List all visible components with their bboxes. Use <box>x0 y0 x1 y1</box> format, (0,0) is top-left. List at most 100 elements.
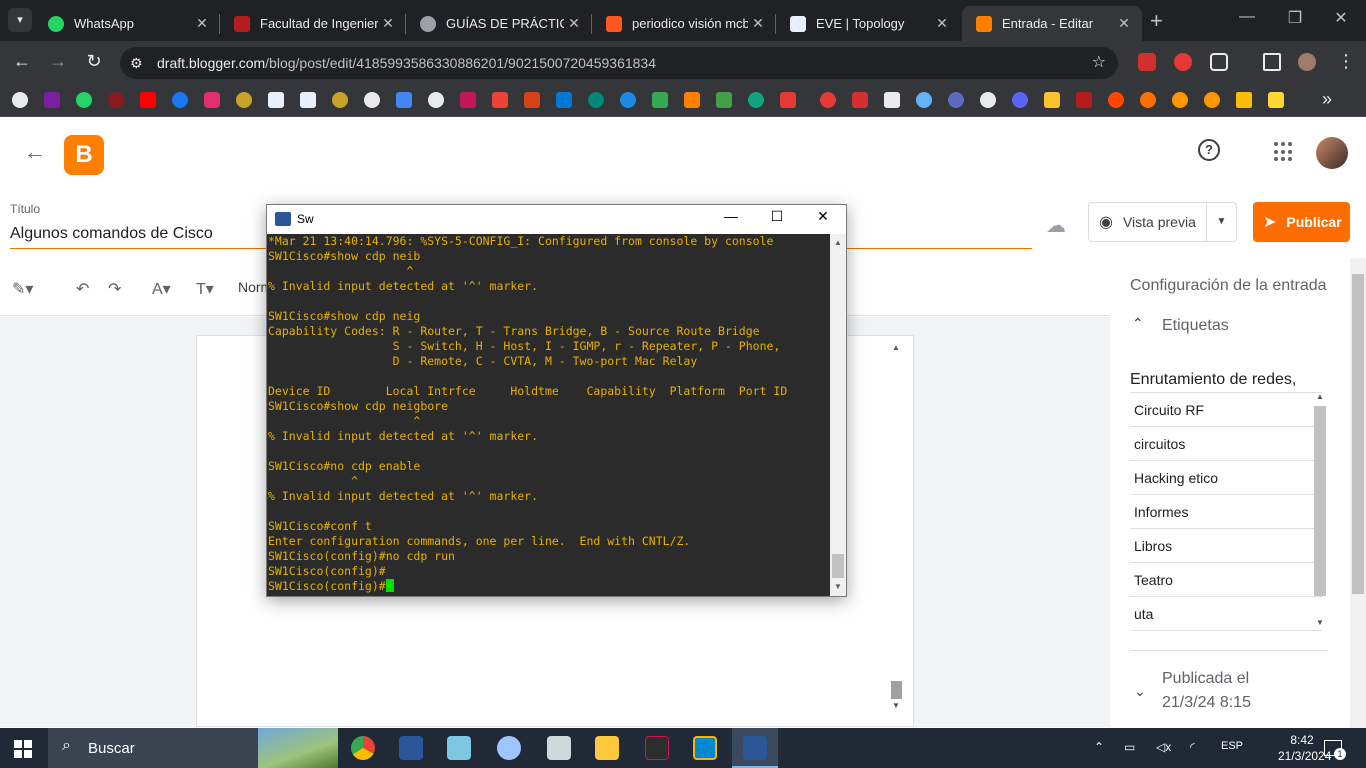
tab-search-button[interactable]: ▾ <box>8 8 32 32</box>
bookmark-icon[interactable] <box>1044 92 1060 108</box>
bookmark-icon[interactable] <box>884 92 900 108</box>
back-arrow-icon[interactable]: ← <box>24 139 46 165</box>
close-icon[interactable]: ✕ <box>932 15 952 32</box>
extension-icon[interactable] <box>1174 53 1192 71</box>
tab-eve-topology[interactable]: EVE | Topology ✕ <box>776 6 960 41</box>
bookmark-icon[interactable] <box>12 92 28 108</box>
app-icon[interactable] <box>693 736 717 760</box>
drive-icon[interactable] <box>652 92 668 108</box>
bookmark-icon[interactable] <box>44 92 60 108</box>
more-bookmarks-icon[interactable]: » <box>1322 89 1332 110</box>
gmail-icon[interactable] <box>492 92 508 108</box>
new-tab-button[interactable]: + <box>1150 8 1163 34</box>
terminal-scrollbar[interactable]: ▲ ▼ <box>830 234 846 596</box>
minimize-icon[interactable]: — <box>708 208 754 224</box>
close-icon[interactable]: ✕ <box>800 208 846 225</box>
tab-whatsapp[interactable]: WhatsApp ✕ <box>34 6 220 41</box>
google-icon[interactable] <box>980 92 996 108</box>
bookmark-icon[interactable] <box>916 92 932 108</box>
side-panel-icon[interactable] <box>1263 53 1281 71</box>
bookmark-icon[interactable] <box>236 92 252 108</box>
bookmark-icon[interactable] <box>1076 92 1092 108</box>
forward-icon[interactable]: → <box>46 51 70 72</box>
list-item[interactable]: circuitos <box>1130 427 1322 461</box>
reddit-icon[interactable] <box>1108 92 1124 108</box>
battery-icon[interactable]: ▭ <box>1124 740 1135 754</box>
close-icon[interactable]: ✕ <box>1114 15 1134 32</box>
scroll-down-icon[interactable]: ▼ <box>892 701 900 710</box>
bookmark-icon[interactable] <box>428 92 444 108</box>
wifi-icon[interactable]: ◜ <box>1190 740 1195 754</box>
labels-list-scrollbar[interactable]: ▲ ▼ <box>1312 392 1328 632</box>
blogger-logo[interactable]: B <box>64 135 104 175</box>
scroll-down-icon[interactable]: ▼ <box>834 582 842 591</box>
taskbar-search[interactable]: ⌕ Buscar <box>48 728 338 768</box>
bookmark-icon[interactable] <box>852 92 868 108</box>
bookmark-icon[interactable] <box>948 92 964 108</box>
bookmark-icon[interactable] <box>300 92 316 108</box>
tab-periodico[interactable]: periodico visión mcb ✕ <box>592 6 776 41</box>
published-heading[interactable]: Publicada el <box>1162 670 1249 688</box>
menu-kebab-icon[interactable]: ⋮ <box>1334 51 1358 72</box>
bookmark-icon[interactable] <box>748 92 764 108</box>
onedrive-icon[interactable] <box>620 92 636 108</box>
scroll-up-icon[interactable]: ▲ <box>892 343 900 352</box>
bookmark-icon[interactable] <box>1236 92 1252 108</box>
bookmark-icon[interactable] <box>364 92 380 108</box>
bookmark-icon[interactable] <box>140 92 156 108</box>
close-icon[interactable]: ✕ <box>192 15 212 32</box>
bookmark-icon[interactable] <box>172 92 188 108</box>
discord-icon[interactable] <box>1012 92 1028 108</box>
scroll-up-icon[interactable]: ▲ <box>834 238 842 247</box>
list-item[interactable]: Informes <box>1130 495 1322 529</box>
language-indicator[interactable]: ESP <box>1221 740 1243 752</box>
app-icon[interactable] <box>447 736 471 760</box>
list-item[interactable]: Libros <box>1130 529 1322 563</box>
scroll-up-icon[interactable]: ▲ <box>1316 392 1324 401</box>
file-explorer-icon[interactable] <box>595 736 619 760</box>
bookmark-icon[interactable] <box>1172 92 1188 108</box>
labels-input[interactable]: Enrutamiento de redes, <box>1130 371 1296 389</box>
reload-icon[interactable]: ↻ <box>82 51 106 72</box>
site-info-icon[interactable]: ⚙ <box>130 47 143 79</box>
outlook-icon[interactable] <box>556 92 572 108</box>
undo-icon[interactable]: ↶ <box>76 279 89 299</box>
taskbar-active-app[interactable] <box>732 728 778 768</box>
paint-icon[interactable] <box>497 736 521 760</box>
scroll-thumb[interactable] <box>832 554 844 578</box>
bookmark-icon[interactable] <box>204 92 220 108</box>
system-clock[interactable]: 8:42 21/3/2024 <box>1278 732 1331 764</box>
bookmark-icon[interactable] <box>76 92 92 108</box>
chevron-down-icon[interactable]: ▼ <box>1206 203 1236 241</box>
bookmark-icon[interactable] <box>716 92 732 108</box>
windows-start-icon[interactable] <box>14 740 32 758</box>
bookmark-icon[interactable] <box>1268 92 1284 108</box>
extensions-puzzle-icon[interactable] <box>1210 53 1228 71</box>
terminal-titlebar[interactable]: Sw — ☐ ✕ <box>267 205 846 234</box>
bookmark-icon[interactable] <box>524 92 540 108</box>
list-item[interactable]: Circuito RF <box>1130 393 1322 427</box>
scroll-thumb[interactable] <box>1314 406 1326 596</box>
back-icon[interactable]: ← <box>10 51 34 72</box>
preview-button[interactable]: ◉ Vista previa ▼ <box>1088 202 1237 242</box>
editor-scrollbar[interactable]: ▲ ▼ <box>889 339 904 717</box>
extension-icon[interactable] <box>1138 53 1156 71</box>
tab-facultad[interactable]: Facultad de Ingeniería ✕ <box>220 6 406 41</box>
list-item[interactable]: Hacking etico <box>1130 461 1322 495</box>
tab-guias[interactable]: GUÍAS DE PRÁCTICAS ✕ <box>406 6 592 41</box>
profile-avatar[interactable] <box>1298 53 1316 71</box>
chrome-icon[interactable] <box>351 736 375 760</box>
bookmark-icon[interactable] <box>588 92 604 108</box>
chevron-up-icon[interactable]: ⌃ <box>1132 315 1144 332</box>
restore-icon[interactable]: ❐ <box>1272 8 1318 28</box>
scroll-thumb[interactable] <box>891 681 902 699</box>
blogger-icon[interactable] <box>684 92 700 108</box>
bookmark-icon[interactable] <box>268 92 284 108</box>
chevron-up-icon[interactable]: ⌃ <box>1094 740 1104 754</box>
list-item[interactable]: Teatro <box>1130 563 1322 597</box>
tab-entrada-editar[interactable]: Entrada - Editar ✕ <box>962 6 1142 41</box>
avatar[interactable] <box>1316 137 1348 169</box>
bookmark-star-icon[interactable]: ☆ <box>1092 47 1106 79</box>
list-item[interactable]: uta <box>1130 597 1322 631</box>
maximize-icon[interactable]: ☐ <box>754 208 800 225</box>
